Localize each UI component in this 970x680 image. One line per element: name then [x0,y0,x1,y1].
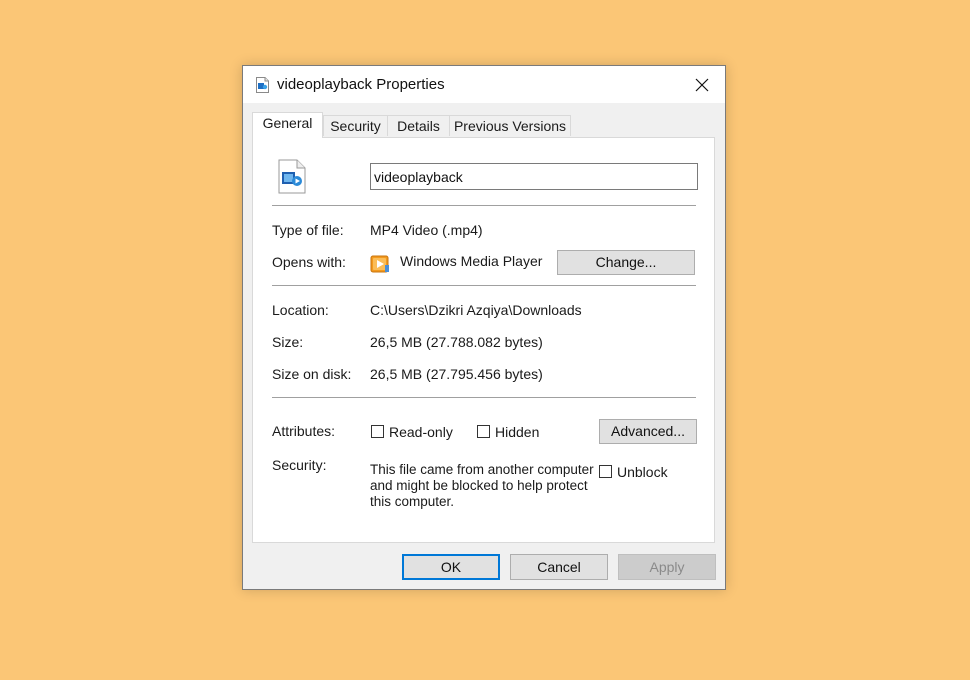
window-title: videoplayback Properties [277,76,445,93]
video-file-icon [278,159,306,194]
change-button[interactable]: Change... [557,250,695,275]
opens-with-label: Opens with: [272,254,346,270]
read-only-checkbox[interactable] [371,425,384,438]
video-file-icon [256,77,269,93]
close-icon [695,78,709,91]
file-name-input[interactable] [370,163,698,190]
opens-with-value: Windows Media Player [400,253,543,269]
separator [272,397,696,398]
size-label: Size: [272,334,304,350]
ok-button[interactable]: OK [402,554,500,580]
size-on-disk-label: Size on disk: [272,366,352,382]
hidden-checkbox[interactable] [477,425,490,438]
separator [272,205,696,206]
unblock-checkbox[interactable] [599,465,612,478]
apply-button[interactable]: Apply [618,554,716,580]
tab-general[interactable]: General [252,112,323,138]
general-panel: Type of file: MP4 Video (.mp4) Opens wit… [252,137,715,543]
hidden-label[interactable]: Hidden [495,424,539,440]
read-only-label[interactable]: Read-only [389,424,453,440]
unblock-label[interactable]: Unblock [617,464,668,480]
size-on-disk-value: 26,5 MB (27.795.456 bytes) [370,366,543,382]
tab-security[interactable]: Security [323,115,388,136]
security-label: Security: [272,457,327,473]
location-label: Location: [272,302,329,318]
type-label: Type of file: [272,222,344,238]
close-button[interactable] [679,66,725,103]
tab-details[interactable]: Details [387,115,450,136]
attributes-label: Attributes: [272,423,336,439]
advanced-button[interactable]: Advanced... [599,419,697,444]
cancel-button[interactable]: Cancel [510,554,608,580]
tab-previous-versions[interactable]: Previous Versions [449,115,571,136]
security-message: This file came from another computer and… [370,462,594,509]
location-value: C:\Users\Dzikri Azqiya\Downloads [370,302,582,318]
properties-dialog: videoplayback Properties General Securit… [242,65,726,590]
size-value: 26,5 MB (27.788.082 bytes) [370,334,543,350]
type-value: MP4 Video (.mp4) [370,222,483,238]
separator [272,285,696,286]
windows-media-player-icon [370,255,389,273]
title-bar: videoplayback Properties [243,66,725,103]
